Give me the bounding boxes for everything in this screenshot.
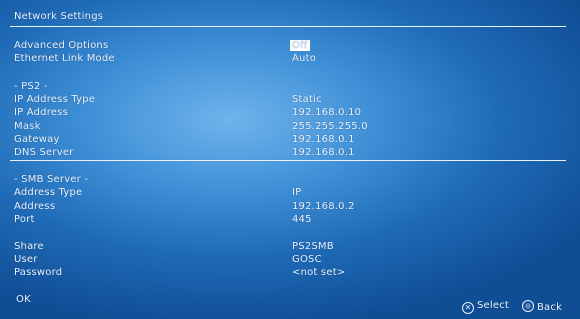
advanced-options-value[interactable]: Off (290, 40, 310, 52)
ps2-section-header: - PS2 - (14, 81, 48, 92)
share-value[interactable]: PS2SMB (292, 241, 334, 253)
title-divider (10, 26, 566, 27)
ok-button[interactable]: OK (16, 294, 31, 306)
user-value[interactable]: GOSC (292, 254, 322, 266)
port-label[interactable]: Port (14, 214, 35, 226)
ip-address-value[interactable]: 192.168.0.10 (292, 107, 361, 119)
ip-address-type-label[interactable]: IP Address Type (14, 94, 95, 106)
select-label: Select (477, 300, 510, 311)
advanced-options-selected[interactable]: Off (290, 40, 310, 51)
address-type-label[interactable]: Address Type (14, 187, 82, 199)
ip-address-label[interactable]: IP Address (14, 107, 68, 119)
ethernet-link-mode-value[interactable]: Auto (292, 53, 316, 65)
back-hint[interactable]: Back (522, 300, 562, 314)
password-value[interactable]: <not set> (292, 267, 345, 279)
gateway-label[interactable]: Gateway (14, 134, 60, 146)
address-label[interactable]: Address (14, 201, 55, 213)
share-label[interactable]: Share (14, 241, 44, 253)
dns-server-label[interactable]: DNS Server (14, 147, 74, 159)
advanced-options-label[interactable]: Advanced Options (14, 40, 108, 52)
address-type-value[interactable]: IP (292, 187, 301, 199)
mask-value[interactable]: 255.255.255.0 (292, 121, 368, 133)
ip-address-type-value[interactable]: Static (292, 94, 322, 106)
password-label[interactable]: Password (14, 267, 62, 279)
user-label[interactable]: User (14, 254, 38, 266)
back-label: Back (537, 302, 563, 313)
gateway-value[interactable]: 192.168.0.1 (292, 134, 355, 146)
smb-section-header: - SMB Server - (14, 174, 89, 185)
section-divider (10, 160, 566, 161)
dns-server-value[interactable]: 192.168.0.1 (292, 147, 355, 159)
select-hint[interactable]: ✕ Select (462, 300, 509, 314)
circle-button-icon (522, 300, 534, 312)
page-title: Network Settings (14, 11, 104, 22)
address-value[interactable]: 192.168.0.2 (292, 201, 355, 213)
port-value[interactable]: 445 (292, 214, 312, 226)
ethernet-link-mode-label[interactable]: Ethernet Link Mode (14, 53, 115, 65)
mask-label[interactable]: Mask (14, 121, 41, 133)
cross-button-icon: ✕ (462, 302, 474, 314)
